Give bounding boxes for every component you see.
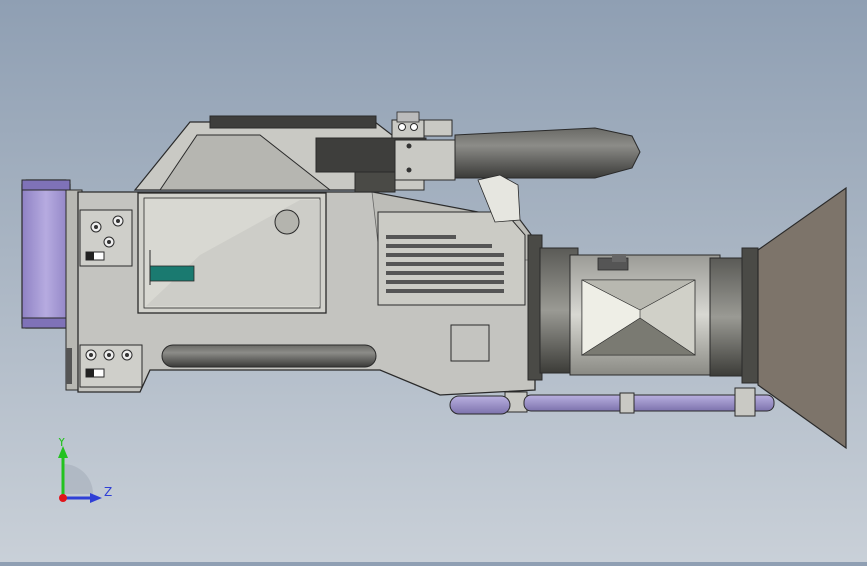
status-indicator-panel [149, 265, 195, 282]
side-door-panel[interactable] [137, 192, 327, 314]
access-plate [450, 324, 490, 362]
connector-panel-upper [79, 209, 133, 267]
lens-assembly[interactable] [527, 234, 759, 384]
grip-rail[interactable] [161, 344, 377, 368]
z-axis-arrow-icon [90, 493, 102, 503]
vent-grille [377, 211, 526, 306]
battery-pack[interactable] [21, 179, 71, 329]
dial-knob[interactable] [274, 209, 300, 235]
y-axis-label: Y [57, 438, 66, 449]
x-axis-dot [59, 494, 67, 502]
camcorder-model[interactable] [0, 0, 867, 562]
cad-viewport[interactable]: Y Z [0, 0, 867, 562]
z-axis-label: Z [104, 485, 112, 499]
axis-triad: Y Z [57, 438, 112, 503]
